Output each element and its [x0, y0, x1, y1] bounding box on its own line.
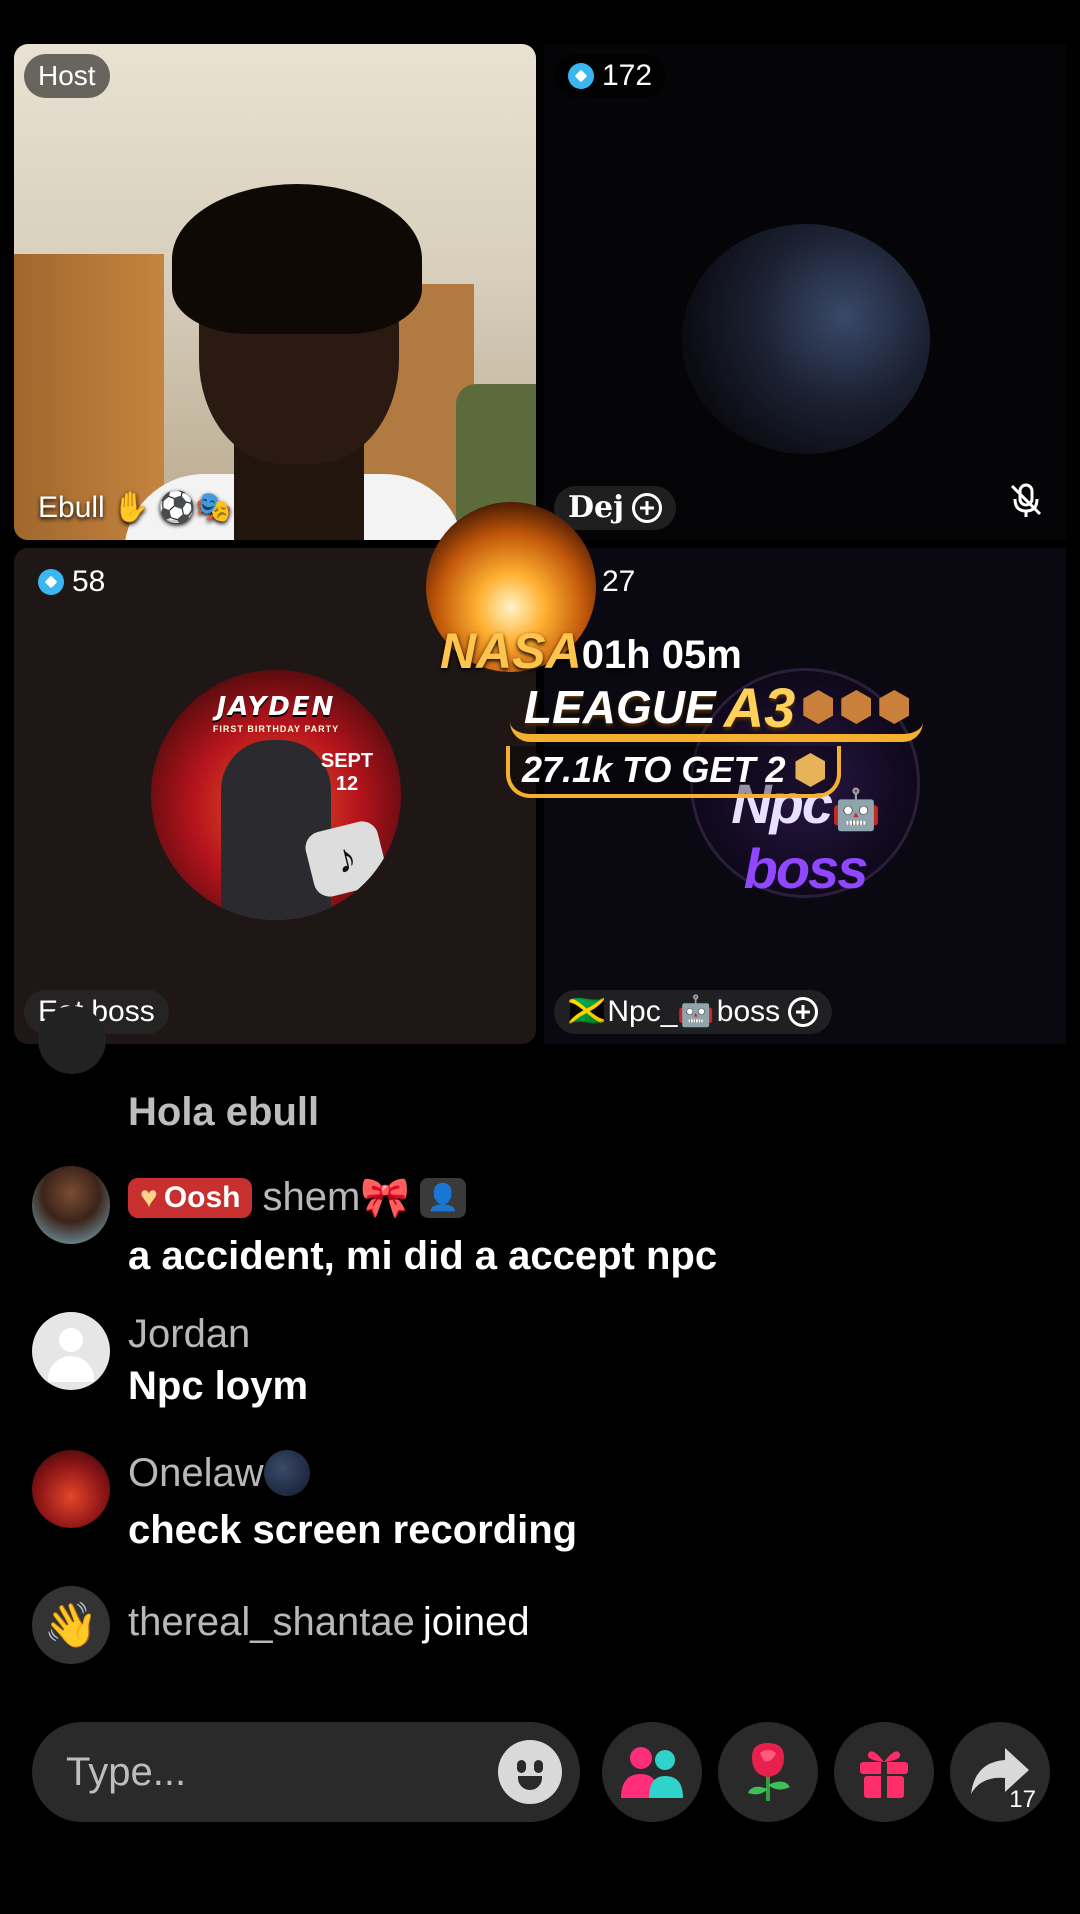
- league-timer: NASA01h 05m: [440, 622, 742, 680]
- hexagon-badge-icon: [879, 690, 910, 724]
- host-badge: Host: [24, 54, 110, 98]
- robot-icon: 🤖: [830, 788, 881, 832]
- dej-score: 172: [602, 59, 653, 92]
- diamond-icon: [568, 63, 594, 89]
- npc-name-pill[interactable]: 🇯🇲 Npc_ 🤖 boss: [554, 990, 833, 1034]
- league-goal-banner: 27.1k TO GET 2: [506, 746, 842, 798]
- chat-message-item: Onelaw check screen recording: [32, 1450, 1050, 1552]
- chat-message-text: a accident, mi did a accept npc: [128, 1234, 718, 1278]
- default-avatar-icon[interactable]: [32, 1312, 110, 1390]
- npc-name-prefix: Npc_: [607, 995, 678, 1028]
- multi-guest-button[interactable]: [602, 1722, 702, 1822]
- host-person-hair: [172, 184, 422, 334]
- follow-plus-icon[interactable]: [631, 493, 662, 523]
- npc-score: 27: [602, 565, 636, 598]
- emoji-mouth: [518, 1776, 542, 1790]
- share-button[interactable]: 17: [950, 1722, 1050, 1822]
- share-count: 17: [1009, 1786, 1036, 1813]
- chat-username[interactable]: thereal_shantae: [128, 1600, 415, 1645]
- fan-club-badge-label: Oosh: [163, 1180, 241, 1214]
- chat-username[interactable]: Onelaw: [128, 1451, 264, 1496]
- chat-message-text: check screen recording: [128, 1508, 578, 1552]
- flyer-title: JAYDEN: [216, 692, 336, 722]
- league-title-banner[interactable]: LEAGUE A3: [510, 676, 924, 742]
- hexagon-badge-icon: [795, 753, 826, 787]
- hexagon-badge-icon: [803, 690, 834, 724]
- emoji-icon[interactable]: [498, 1740, 562, 1804]
- comment-input[interactable]: [66, 1722, 486, 1822]
- chat-username-row: Jordan: [128, 1312, 250, 1357]
- emoji-eye: [517, 1760, 526, 1773]
- rose-gift-button[interactable]: [718, 1722, 818, 1822]
- npc-name-suffix: boss: [716, 995, 781, 1028]
- chat-message-partial: Hola ebull: [32, 1006, 1050, 1134]
- heart-icon: ♥: [140, 1180, 158, 1214]
- eat-boss-score: 58: [72, 565, 106, 598]
- dej-name: Dej: [568, 490, 624, 525]
- chat-message-item: Jordan Npc loym: [32, 1312, 1050, 1412]
- league-banner-text: NASA: [440, 623, 582, 679]
- eat-boss-score-pill: 58: [24, 560, 119, 604]
- host-name-emojis: ⚽🎭: [158, 491, 233, 524]
- avatar-body: [48, 1356, 94, 1382]
- host-name-label[interactable]: Ebull ✋ ⚽🎭: [24, 486, 247, 530]
- robot-icon: 🤖: [677, 995, 715, 1028]
- chat-message-text: Hola ebull: [128, 1090, 320, 1134]
- jamaica-flag-icon: 🇯🇲: [568, 995, 606, 1028]
- emoji-eye: [534, 1760, 543, 1773]
- fan-club-badge: ♥ Oosh: [128, 1177, 253, 1218]
- league-timer-value: 01h 05m: [581, 633, 742, 677]
- flyer-date: SEPT 12: [320, 750, 374, 795]
- chat-join-item: 👋 thereal_shantae joined: [32, 1586, 1050, 1666]
- dej-score-pill: 172: [554, 54, 667, 98]
- bow-emoji-icon: 🎀: [360, 1176, 411, 1220]
- hexagon-badge-icon: [841, 690, 872, 724]
- chat-message-text: Npc loym: [128, 1364, 309, 1408]
- guest-video-tile-dej[interactable]: 172 Dej: [544, 44, 1066, 540]
- follow-plus-icon[interactable]: [788, 997, 819, 1027]
- chat-username-row: ♥ Oosh shem 🎀 👤: [128, 1174, 467, 1221]
- wave-hand-icon: 👋: [32, 1586, 110, 1664]
- flyer-person: [221, 740, 331, 920]
- host-badge-label: Host: [38, 60, 96, 91]
- dej-avatar-video: [682, 224, 930, 454]
- league-goal-text: 27.1k TO GET 2: [522, 749, 786, 790]
- guest-role-icon: 👤: [420, 1177, 467, 1218]
- jayden-birthday-flyer-image: JAYDEN FIRST BIRTHDAY PARTY SEPT 12 ♪: [151, 670, 401, 920]
- chat-join-text: thereal_shantae joined: [128, 1600, 530, 1645]
- avatar-head: [59, 1328, 83, 1352]
- avatar: [38, 1006, 106, 1074]
- comment-input-container[interactable]: [32, 1722, 580, 1822]
- rose-icon: [748, 1743, 790, 1801]
- chat-message-item: ♥ Oosh shem 🎀 👤 a accident, mi did a acce…: [32, 1166, 1050, 1278]
- host-name: Ebull: [38, 491, 105, 524]
- avatar[interactable]: [32, 1166, 110, 1244]
- avatar[interactable]: [32, 1450, 110, 1528]
- flyer-subtitle: FIRST BIRTHDAY PARTY: [212, 724, 340, 734]
- join-action: joined: [422, 1600, 530, 1644]
- chat-username-row: Onelaw: [128, 1450, 310, 1496]
- dej-name-pill[interactable]: Dej: [554, 486, 676, 530]
- chat-username[interactable]: shem: [262, 1175, 360, 1220]
- hand-emoji-icon: ✋: [112, 491, 151, 524]
- diamond-icon: [38, 569, 64, 595]
- mic-muted-icon: [1010, 483, 1042, 517]
- moon-icon: [263, 1450, 310, 1496]
- league-title-prefix: LEAGUE: [524, 681, 716, 733]
- gift-button[interactable]: [834, 1722, 934, 1822]
- host-video-tile[interactable]: Host Ebull ✋ ⚽🎭: [14, 44, 536, 540]
- league-tier: A3: [723, 675, 796, 739]
- npc-logo-accent: boss: [743, 837, 869, 900]
- guests-icon: [621, 1747, 683, 1798]
- chat-username[interactable]: Jordan: [128, 1312, 250, 1357]
- gift-icon: [860, 1751, 908, 1798]
